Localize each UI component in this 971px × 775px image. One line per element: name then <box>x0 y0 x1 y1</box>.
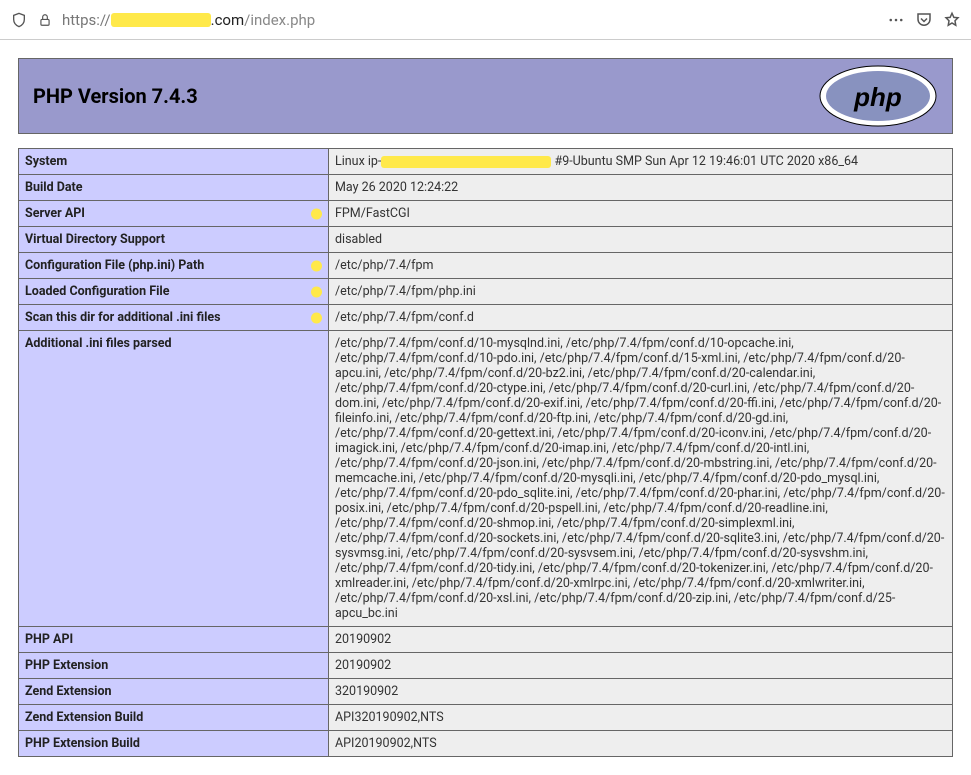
page-content: PHP Version 7.4.3 php SystemLinux ip- #9… <box>0 40 971 775</box>
highlight-dot-icon <box>311 286 322 297</box>
php-logo-icon: php <box>818 64 938 128</box>
row-key: PHP API <box>19 627 329 653</box>
table-row: PHP API20190902 <box>19 627 953 653</box>
row-key: Zend Extension Build <box>19 705 329 731</box>
highlight-dot-icon <box>311 260 322 271</box>
row-value: disabled <box>329 227 953 253</box>
page-title: PHP Version 7.4.3 <box>33 84 198 108</box>
url-protocol: https:// <box>62 11 111 29</box>
pocket-icon[interactable] <box>915 11 933 29</box>
highlight-dot-icon <box>311 208 322 219</box>
row-value: /etc/php/7.4/fpm/php.ini <box>329 279 953 305</box>
phpinfo-table: SystemLinux ip- #9-Ubuntu SMP Sun Apr 12… <box>18 148 953 757</box>
table-row: Zend Extension320190902 <box>19 679 953 705</box>
row-key: Loaded Configuration File <box>19 279 329 305</box>
url-path: /index.php <box>244 11 315 29</box>
phpinfo-header: PHP Version 7.4.3 php <box>18 58 953 134</box>
shield-icon[interactable] <box>10 11 28 29</box>
table-row: PHP Extension BuildAPI20190902,NTS <box>19 731 953 757</box>
row-key: System <box>19 149 329 175</box>
row-key: Configuration File (php.ini) Path <box>19 253 329 279</box>
table-row: PHP Extension20190902 <box>19 653 953 679</box>
row-key: Scan this dir for additional .ini files <box>19 305 329 331</box>
row-key: Zend Extension <box>19 679 329 705</box>
url-display[interactable]: https:// .com/index.php <box>62 11 879 29</box>
row-value: /etc/php/7.4/fpm <box>329 253 953 279</box>
row-value: API320190902,NTS <box>329 705 953 731</box>
table-row: Zend Extension BuildAPI320190902,NTS <box>19 705 953 731</box>
more-icon[interactable] <box>887 11 905 29</box>
browser-addressbar: https:// .com/index.php <box>0 0 971 40</box>
row-key: Server API <box>19 201 329 227</box>
table-row: Server APIFPM/FastCGI <box>19 201 953 227</box>
row-value: 20190902 <box>329 653 953 679</box>
table-row: Additional .ini files parsed/etc/php/7.4… <box>19 331 953 627</box>
row-key: Build Date <box>19 175 329 201</box>
highlight-dot-icon <box>311 312 322 323</box>
lock-icon[interactable] <box>36 11 54 29</box>
row-value: /etc/php/7.4/fpm/conf.d/10-mysqlnd.ini, … <box>329 331 953 627</box>
row-key: Virtual Directory Support <box>19 227 329 253</box>
table-row: Virtual Directory Supportdisabled <box>19 227 953 253</box>
svg-text:php: php <box>853 82 902 112</box>
redacted-host <box>111 13 211 27</box>
row-value: May 26 2020 12:24:22 <box>329 175 953 201</box>
url-host-suffix: .com <box>211 11 245 29</box>
table-row: Configuration File (php.ini) Path/etc/ph… <box>19 253 953 279</box>
redacted-value <box>381 156 551 168</box>
row-value: API20190902,NTS <box>329 731 953 757</box>
table-row: SystemLinux ip- #9-Ubuntu SMP Sun Apr 12… <box>19 149 953 175</box>
row-value: Linux ip- #9-Ubuntu SMP Sun Apr 12 19:46… <box>329 149 953 175</box>
row-key: PHP Extension Build <box>19 731 329 757</box>
row-key: Additional .ini files parsed <box>19 331 329 627</box>
row-value: 320190902 <box>329 679 953 705</box>
row-value: FPM/FastCGI <box>329 201 953 227</box>
table-row: Scan this dir for additional .ini files/… <box>19 305 953 331</box>
row-value: 20190902 <box>329 627 953 653</box>
table-row: Build DateMay 26 2020 12:24:22 <box>19 175 953 201</box>
row-key: PHP Extension <box>19 653 329 679</box>
table-row: Loaded Configuration File/etc/php/7.4/fp… <box>19 279 953 305</box>
bookmark-star-icon[interactable] <box>943 11 961 29</box>
row-value: /etc/php/7.4/fpm/conf.d <box>329 305 953 331</box>
